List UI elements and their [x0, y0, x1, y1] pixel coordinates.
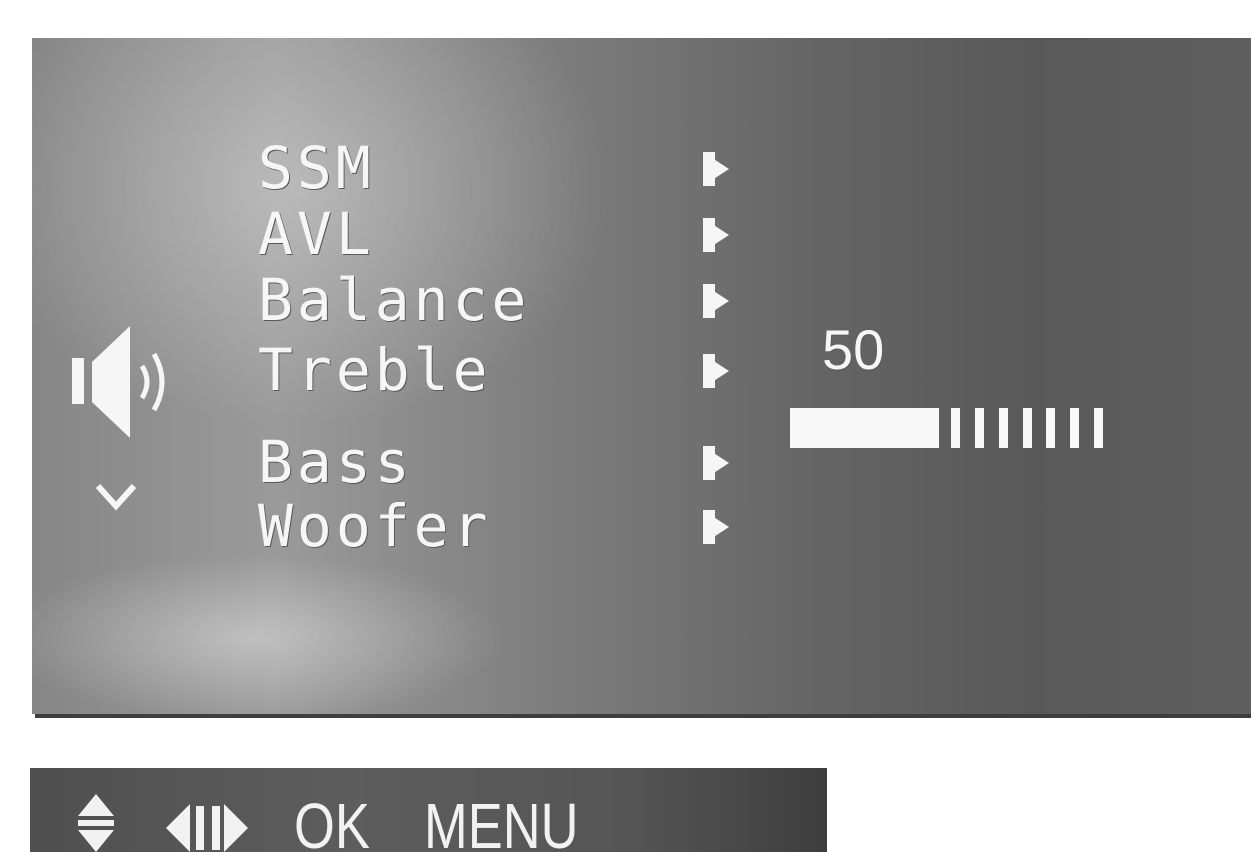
menu-item-ssm[interactable]: SSM — [258, 136, 758, 200]
level-slider-tick — [975, 408, 984, 448]
speaker-icon — [72, 326, 165, 438]
chevron-down-icon[interactable] — [94, 478, 138, 514]
menu-item-label: SSM — [258, 134, 375, 202]
level-slider-tick — [1094, 408, 1103, 448]
level-slider-fill — [790, 408, 939, 448]
audio-settings-panel: SSM AVL Balance Treble Bass Woofer — [32, 38, 1251, 714]
triangle-right-icon — [703, 152, 729, 186]
triangle-right-icon — [703, 446, 729, 480]
menu-item-label: Treble — [258, 336, 492, 404]
level-slider-tick — [1070, 408, 1079, 448]
level-value: 50 — [822, 318, 885, 381]
left-right-arrows-icon — [166, 804, 248, 852]
menu-item-bass[interactable]: Bass — [258, 430, 758, 494]
level-slider-tick — [1023, 408, 1032, 448]
triangle-right-icon — [703, 354, 729, 388]
menu-item-treble[interactable]: Treble — [258, 338, 758, 402]
ok-hint-label: OK — [294, 790, 370, 852]
menu-item-label: AVL — [258, 200, 375, 268]
triangle-right-icon — [703, 510, 729, 544]
triangle-right-icon — [703, 218, 729, 252]
level-slider-tick — [999, 408, 1008, 448]
navigation-hint-bar: OK MENU — [30, 768, 827, 852]
level-slider-tick — [1046, 408, 1055, 448]
level-slider[interactable] — [790, 408, 1103, 448]
triangle-right-icon — [703, 284, 729, 318]
up-down-arrows-icon — [78, 794, 114, 852]
menu-item-avl[interactable]: AVL — [258, 202, 758, 266]
menu-item-label: Woofer — [258, 492, 492, 560]
menu-item-label: Balance — [258, 266, 531, 334]
menu-item-label: Bass — [258, 428, 414, 496]
menu-hint-label: MENU — [424, 790, 579, 852]
level-slider-tick — [951, 408, 960, 448]
menu-item-woofer[interactable]: Woofer — [258, 494, 758, 558]
menu-item-balance[interactable]: Balance — [258, 268, 758, 332]
